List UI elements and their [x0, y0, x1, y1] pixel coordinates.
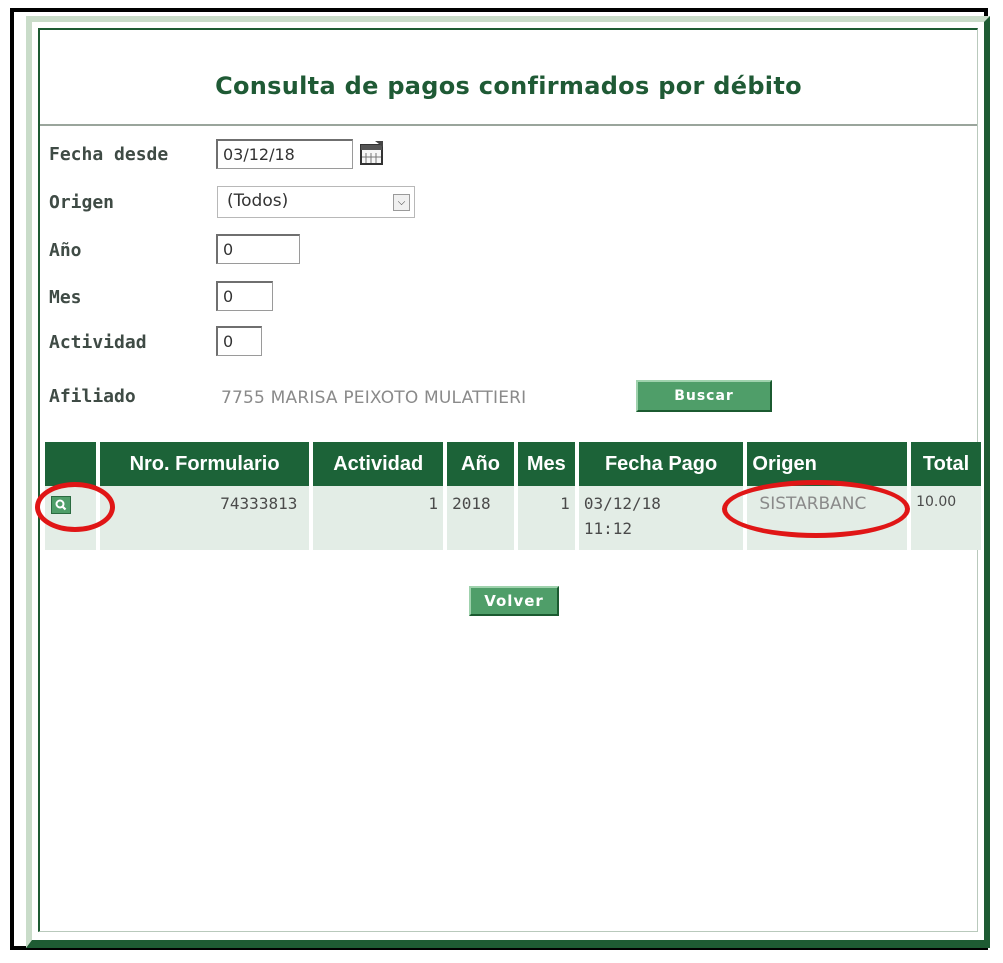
column-header-action — [45, 442, 100, 486]
cell-actividad: 1 — [311, 486, 448, 550]
actividad-input[interactable]: 0 — [216, 326, 262, 356]
origen-label: Origen — [49, 192, 115, 213]
cell-fecha-pago-time: 11:12 — [583, 519, 632, 538]
calendar-icon[interactable] — [359, 140, 385, 166]
origen-select-value: (Todos) — [227, 191, 289, 211]
column-header-anio: Año — [445, 442, 518, 486]
afiliado-label: Afiliado — [49, 386, 136, 407]
column-header-total: Total — [909, 442, 981, 486]
column-header-mes: Mes — [515, 442, 579, 486]
volver-button[interactable]: Volver — [469, 586, 559, 616]
mes-label: Mes — [49, 287, 82, 308]
origen-select[interactable]: (Todos) ⌵ — [217, 186, 415, 218]
cell-fecha-pago: 03/12/18 11:12 — [576, 486, 748, 550]
page-panel: Consulta de pagos confirmados por débito… — [35, 28, 981, 932]
cell-fecha-pago-date: 03/12/18 — [583, 494, 661, 513]
highlight-circle-view — [35, 482, 115, 532]
fecha-desde-input[interactable]: 03/12/18 — [216, 139, 353, 169]
chevron-down-icon[interactable]: ⌵ — [393, 194, 410, 211]
highlight-circle-origen — [722, 480, 910, 538]
page-title: Consulta de pagos confirmados por débito — [215, 72, 802, 100]
column-header-actividad: Actividad — [311, 442, 448, 486]
anio-input[interactable]: 0 — [216, 234, 300, 264]
mes-input[interactable]: 0 — [216, 281, 273, 311]
cell-total: 10.00 — [909, 486, 981, 550]
cell-nro-formulario: 74333813 — [97, 486, 314, 550]
fecha-desde-label: Fecha desde — [49, 144, 169, 165]
cell-mes: 1 — [515, 486, 579, 550]
column-header-nro-formulario: Nro. Formulario — [97, 442, 314, 486]
afiliado-value: 7755 MARISA PEIXOTO MULATTIERI — [221, 388, 527, 408]
anio-label: Año — [49, 240, 82, 261]
column-header-fecha-pago: Fecha Pago — [576, 442, 748, 486]
page-frame: Consulta de pagos confirmados por débito… — [26, 16, 990, 948]
title-area: Consulta de pagos confirmados por débito — [40, 30, 977, 126]
buscar-button[interactable]: Buscar — [636, 380, 772, 412]
table-header-row: Nro. Formulario Actividad Año Mes Fecha … — [45, 442, 981, 486]
actividad-label: Actividad — [49, 332, 147, 353]
cell-anio: 2018 — [445, 486, 518, 550]
